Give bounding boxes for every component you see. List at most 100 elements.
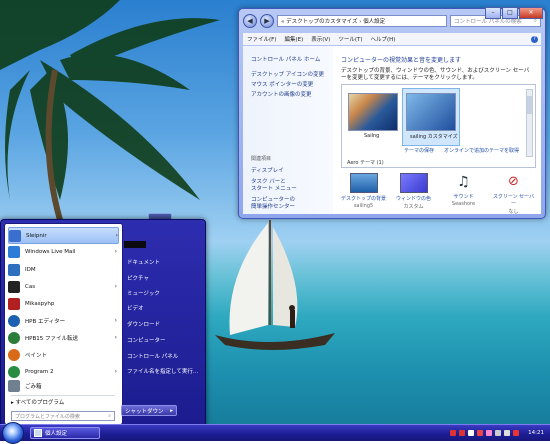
menu-tools[interactable]: ツール(T) (338, 35, 362, 43)
program-label: Program 2 (25, 368, 54, 375)
theme-scrollbar[interactable] (526, 89, 533, 157)
separator (11, 395, 115, 396)
back-arrow-icon[interactable]: ◀ (243, 14, 257, 28)
start-orb-icon[interactable] (2, 422, 24, 444)
minimize-icon[interactable]: – (485, 7, 501, 19)
place-control-panel[interactable]: コントロール パネル (127, 352, 178, 360)
mikaspyhp-icon (8, 297, 20, 310)
window-color-item[interactable]: ウィンドウの色 カスタム (391, 173, 436, 210)
place-documents[interactable]: ドキュメント (127, 258, 160, 266)
link-mouse-pointer[interactable]: マウス ポインターの変更 (251, 80, 313, 88)
maximize-icon[interactable]: □ (502, 7, 518, 19)
theme-label: Sailng (364, 133, 380, 139)
username-label (124, 241, 146, 248)
taskbar-button-personalization[interactable]: 個人設定 (30, 427, 100, 439)
search-placeholder: プログラムとファイルの検索 (15, 413, 80, 420)
place-music[interactable]: ミュージック (127, 289, 160, 297)
screensaver-item[interactable]: ⊘ スクリーン セーバー なし (491, 173, 536, 215)
item-subtitle: カスタム (403, 204, 424, 210)
item-subtitle: sailing5 (353, 203, 374, 209)
link-start-menu[interactable]: スタート メニュー (251, 184, 297, 192)
link-control-panel-home[interactable]: コントロール パネル ホーム (251, 55, 320, 63)
save-theme-link[interactable]: テーマの保存 (404, 147, 434, 154)
personalization-icon (34, 429, 42, 437)
chevron-right-icon: › (114, 283, 117, 290)
search-icon: ⌕ (108, 413, 111, 419)
personalization-items: デスクトップの背景 sailing5 ウィンドウの色 カスタム ♫ サウンド S… (341, 173, 541, 218)
tray-app-icon[interactable] (513, 430, 520, 436)
shutdown-label: シャットダウン (125, 408, 164, 415)
page-description: デスクトップの背景、ウィンドウの色、サウンド、およびスクリーン セーバーを変更し… (341, 68, 530, 81)
shutdown-options-arrow-icon[interactable]: ▸ (170, 408, 173, 414)
link-account-picture[interactable]: アカウントの画像の変更 (251, 90, 312, 98)
paint-icon (8, 348, 20, 361)
palm-tree-image (0, 0, 220, 220)
network-icon[interactable] (495, 430, 502, 436)
desktop-background-item[interactable]: デスクトップの背景 sailing5 (341, 173, 386, 209)
program-recycle-bin[interactable]: ごみ箱 (8, 378, 117, 393)
program-label: Cas (25, 283, 36, 290)
program-sleipnir[interactable]: Sleipnir › (8, 227, 119, 244)
tray-app-icon[interactable] (486, 430, 493, 436)
theme-label: sailing カスタマイズ (410, 134, 458, 140)
menu-bar: ファイル(F) 編集(E) 表示(V) ツール(T) ヘルプ(H) ? (243, 33, 541, 45)
place-pictures[interactable]: ピクチャ (127, 274, 149, 282)
program-label: Sleipnir (26, 232, 47, 239)
help-icon[interactable]: ? (531, 35, 538, 43)
program-cas[interactable]: Cas › (8, 279, 117, 294)
chevron-right-icon: › (114, 334, 117, 341)
item-title: ウィンドウの色 (395, 196, 431, 202)
program-hpb-transfer[interactable]: HPB15 ファイル転送 › (8, 330, 117, 345)
item-subtitle: なし (508, 209, 519, 215)
mail-icon (8, 245, 20, 258)
place-computer[interactable]: コンピューター (127, 336, 166, 344)
program-hpb-editor[interactable]: HPB エディター › (8, 313, 117, 328)
tray-app-icon[interactable] (477, 430, 484, 436)
item-title: デスクトップの背景 (341, 196, 387, 202)
menu-edit[interactable]: 編集(E) (284, 35, 303, 43)
shutdown-button[interactable]: シャットダウン ▸ (121, 405, 177, 416)
address-bar[interactable]: « デスクトップのカスタマイズ › 個人設定 (277, 15, 447, 27)
chevron-right-icon: › (114, 368, 117, 375)
theme-thumbnail-sailng[interactable] (348, 93, 398, 131)
program-2[interactable]: Program 2 › (8, 364, 117, 379)
program-label: Windows Live Mail (25, 248, 76, 255)
menu-help[interactable]: ヘルプ(H) (370, 35, 395, 43)
idm-icon (8, 263, 20, 276)
sound-item[interactable]: ♫ サウンド Seashore (441, 173, 486, 207)
taskbar: 個人設定 14:21 (0, 422, 550, 444)
program-2-icon (8, 365, 20, 378)
volume-icon[interactable] (504, 430, 511, 436)
program-idm[interactable]: IDM (8, 262, 117, 277)
link-desktop-icons[interactable]: デスクトップ アイコンの変更 (251, 70, 324, 78)
forward-arrow-icon[interactable]: ▶ (260, 14, 274, 28)
system-tray: 14:21 (450, 427, 546, 439)
tray-app-icon[interactable] (450, 430, 457, 436)
menu-view[interactable]: 表示(V) (311, 35, 330, 43)
sailboat-image (215, 220, 335, 350)
hpb-transfer-icon (8, 331, 20, 344)
window-color-icon (399, 173, 428, 193)
place-downloads[interactable]: ダウンロード (127, 320, 160, 328)
screensaver-icon: ⊘ (508, 174, 519, 189)
program-windows-live-mail[interactable]: Windows Live Mail › (8, 244, 117, 259)
place-videos[interactable]: ビデオ (127, 304, 144, 312)
program-label: HPB15 ファイル転送 (25, 335, 78, 342)
start-search-input[interactable]: プログラムとファイルの検索 ⌕ (11, 411, 115, 421)
place-run[interactable]: ファイル名を指定して実行... (127, 367, 198, 375)
program-paint[interactable]: ペイント (8, 347, 117, 362)
program-mikaspyhp[interactable]: Mikaspyhp (8, 296, 117, 311)
all-programs-button[interactable]: ▸ すべてのプログラム (11, 398, 64, 406)
program-label: ペイント (25, 352, 48, 359)
link-display[interactable]: ディスプレイ (251, 166, 284, 174)
menu-file[interactable]: ファイル(F) (247, 35, 276, 43)
online-themes-link[interactable]: オンラインで追加のテーマを取得 (444, 147, 519, 154)
tray-app-icon[interactable] (459, 430, 466, 436)
close-icon[interactable]: ✕ (519, 7, 543, 19)
clock[interactable]: 14:21 (528, 430, 544, 436)
flag-icon[interactable] (468, 430, 475, 436)
desktop-background-icon (349, 173, 378, 193)
theme-thumbnail-sailing-custom[interactable] (406, 93, 456, 131)
link-ease-of-access-center[interactable]: 簡単操作センター (251, 202, 295, 210)
window-content: コントロール パネル ホーム デスクトップ アイコンの変更 マウス ポインターの… (243, 46, 541, 215)
